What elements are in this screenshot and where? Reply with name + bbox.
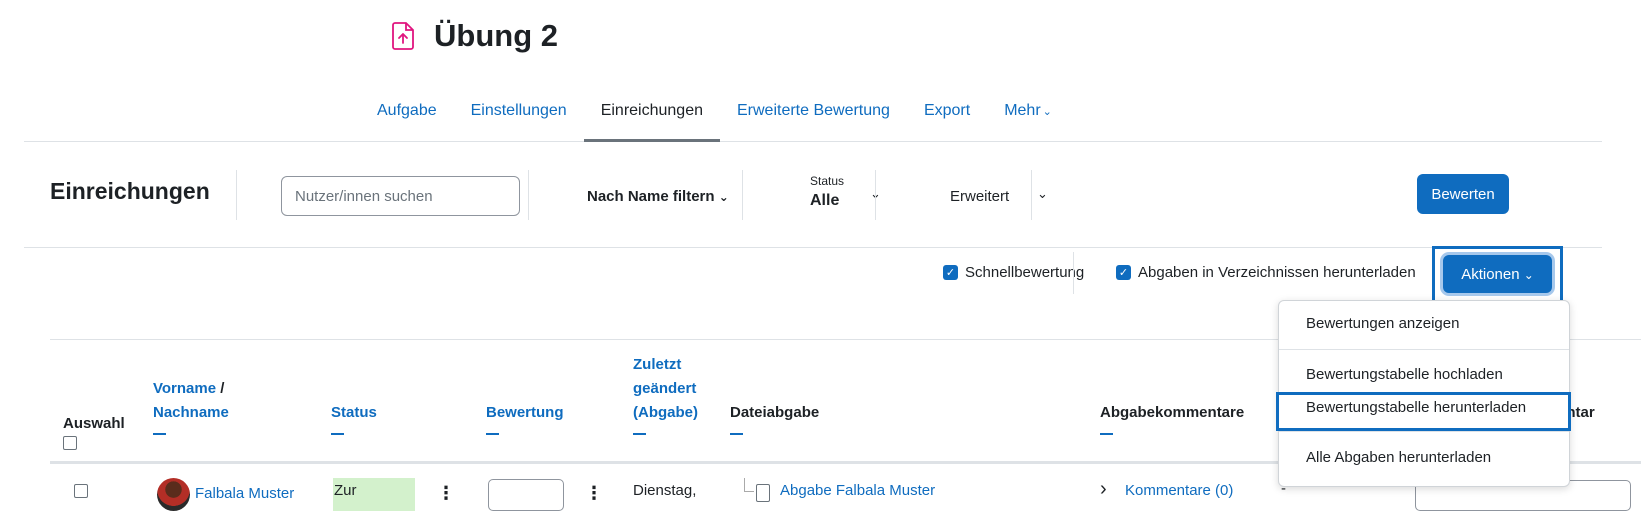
divider [875, 170, 876, 220]
chevron-down-icon: ⌄ [1042, 106, 1052, 118]
chevron-down-icon: ⌄ [1037, 186, 1048, 201]
column-header-status[interactable]: Status [331, 401, 377, 435]
divider [528, 170, 529, 220]
checkbox-checked-icon[interactable]: ✓ [943, 265, 958, 280]
menu-item-download-grading-table[interactable]: Bewertungstabelle herunterladen [1306, 399, 1526, 416]
secondary-navigation: Aufgabe Einstellungen Einreichungen Erwe… [24, 88, 1602, 142]
tab-mehr-label: Mehr [1004, 102, 1041, 119]
tab-export[interactable]: Export [907, 88, 987, 142]
sort-indicator-icon [153, 433, 166, 435]
file-icon [756, 484, 770, 502]
tree-connector [744, 478, 754, 492]
menu-item-show-grades[interactable]: Bewertungen anzeigen [1306, 315, 1459, 332]
sort-indicator-icon [1100, 433, 1113, 435]
divider [742, 170, 743, 220]
grade-button[interactable]: Bewerten [1417, 174, 1509, 214]
tab-aufgabe[interactable]: Aufgabe [360, 88, 454, 142]
search-input[interactable] [281, 176, 520, 216]
actions-button-label: Aktionen [1461, 265, 1520, 283]
menu-item-download-all-submissions[interactable]: Alle Abgaben herunterladen [1306, 449, 1491, 466]
status-filter-value: Alle [810, 192, 840, 209]
column-header-modified-line1: Zuletzt [633, 356, 682, 373]
column-header-modified-line2: geändert [633, 380, 697, 397]
modified-date: Dienstag, [633, 482, 697, 499]
chevron-right-icon[interactable]: › [1100, 478, 1107, 501]
status-filter-label: Status [810, 174, 845, 188]
submissions-toolbar: Einreichungen Nach Name filtern ⌄ Status… [24, 166, 1602, 248]
sort-firstname-link[interactable]: Vorname [153, 380, 216, 397]
name-filter-dropdown[interactable]: Nach Name filtern ⌄ [587, 188, 729, 205]
assignment-upload-icon [390, 21, 416, 51]
download-folders-label: Abgaben in Verzeichnissen herunterladen [1138, 264, 1416, 281]
chevron-down-icon: ⌄ [718, 190, 729, 204]
row-select-checkbox[interactable] [74, 484, 88, 498]
tab-einreichungen[interactable]: Einreichungen [583, 88, 720, 142]
sort-lastname-link[interactable]: Nachname [153, 401, 229, 425]
tab-erweiterte-bewertung[interactable]: Erweiterte Bewertung [720, 88, 907, 142]
column-header-comments-label: Abgabekommentare [1100, 404, 1245, 421]
download-folders-option[interactable]: ✓ Abgaben in Verzeichnissen herunterlade… [1116, 264, 1416, 281]
chevron-down-icon: ⌄ [1523, 267, 1534, 282]
grade-menu-kebab-icon[interactable]: ⋮ [585, 484, 603, 502]
actions-dropdown-menu: Bewertungen anzeigen Bewertungstabelle h… [1276, 300, 1571, 487]
column-header-modified[interactable]: Zuletzt geändert (Abgabe) [633, 353, 698, 435]
sort-indicator-icon [486, 433, 499, 435]
tab-einstellungen[interactable]: Einstellungen [454, 88, 584, 142]
page-title: Übung 2 [434, 18, 558, 53]
page-header: Übung 2 [390, 18, 558, 54]
divider [1031, 170, 1032, 220]
column-header-select-label: Auswahl [63, 415, 125, 432]
name-separator: / [220, 380, 225, 397]
select-all-checkbox[interactable] [63, 436, 77, 450]
sort-indicator-icon [331, 433, 344, 435]
column-header-comments: Abgabekommentare [1100, 401, 1244, 435]
column-header-select: Auswahl [63, 412, 125, 458]
column-header-modified-line3: (Abgabe) [633, 404, 698, 421]
column-header-status-label: Status [331, 404, 377, 421]
status-menu-kebab-icon[interactable]: ⋮ [437, 484, 455, 502]
user-name-link[interactable]: Falbala Muster [195, 485, 294, 502]
checkbox-checked-icon[interactable]: ✓ [1116, 265, 1131, 280]
column-header-file: Dateiabgabe [730, 401, 819, 435]
column-header-grade[interactable]: Bewertung [486, 401, 564, 435]
column-header-grade-label: Bewertung [486, 404, 564, 421]
sort-indicator-icon [633, 433, 646, 435]
divider [1279, 431, 1569, 432]
status-filter-dropdown[interactable]: Status Alle [810, 174, 844, 210]
sort-indicator-icon [730, 433, 743, 435]
submission-file-link[interactable]: Abgabe Falbala Muster [780, 482, 935, 499]
divider [236, 170, 237, 220]
avatar [157, 478, 190, 511]
advanced-filter-dropdown[interactable]: Erweitert [950, 188, 1009, 205]
actions-button-focus-ring: Aktionen ⌄ [1432, 246, 1563, 306]
toolbar-title: Einreichungen [50, 178, 210, 204]
quick-grading-label: Schnellbewertung [965, 264, 1085, 281]
status-badge: Zur [333, 478, 415, 511]
divider [1279, 349, 1569, 350]
name-filter-label: Nach Name filtern [587, 188, 715, 205]
grade-input[interactable] [488, 479, 564, 511]
quick-grading-option[interactable]: ✓ Schnellbewertung [943, 264, 1084, 281]
divider [1073, 252, 1074, 294]
comments-link[interactable]: Kommentare (0) [1125, 482, 1233, 499]
menu-item-upload-grading-table[interactable]: Bewertungstabelle hochladen [1306, 366, 1503, 383]
column-header-name: Vorname / Nachname [153, 377, 229, 435]
column-header-file-label: Dateiabgabe [730, 404, 820, 421]
tab-mehr[interactable]: Mehr ⌄ [987, 88, 1069, 142]
actions-button[interactable]: Aktionen ⌄ [1443, 255, 1552, 293]
